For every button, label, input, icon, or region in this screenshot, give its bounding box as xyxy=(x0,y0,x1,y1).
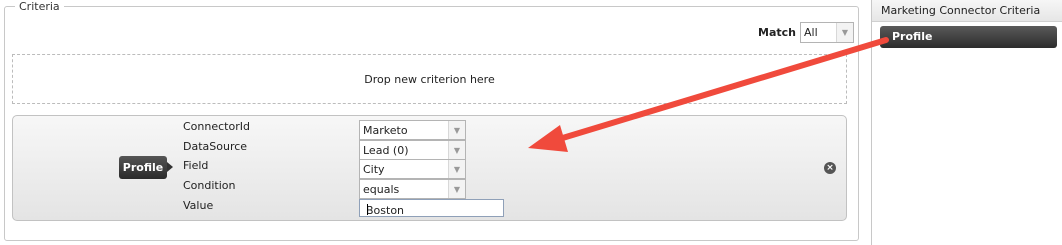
field-value: City xyxy=(363,163,385,176)
chevron-down-icon[interactable]: ▼ xyxy=(448,180,465,198)
connectorid-value: Marketo xyxy=(363,124,408,137)
match-select-value: All xyxy=(803,26,818,39)
value-input[interactable]: Boston xyxy=(359,199,504,217)
chevron-down-icon[interactable]: ▼ xyxy=(448,141,465,159)
chevron-down-icon[interactable]: ▼ xyxy=(835,23,853,42)
criteria-legend: Criteria xyxy=(15,0,64,13)
connectorid-label: ConnectorId xyxy=(183,120,250,133)
text-caret xyxy=(367,204,368,215)
match-label: Match xyxy=(758,26,796,39)
sidebar: Marketing Connector Criteria Profile xyxy=(871,0,1062,245)
value-label: Value xyxy=(183,199,214,212)
sidebar-item-profile[interactable]: Profile xyxy=(880,26,1057,48)
condition-label: Condition xyxy=(183,179,236,192)
datasource-value: Lead (0) xyxy=(363,144,409,157)
sidebar-title: Marketing Connector Criteria xyxy=(872,0,1062,22)
drop-zone-label: Drop new criterion here xyxy=(364,72,495,86)
datasource-select[interactable]: Lead (0) ▼ xyxy=(359,140,466,160)
chevron-down-icon[interactable]: ▼ xyxy=(448,121,465,139)
drop-zone[interactable]: Drop new criterion here xyxy=(12,54,847,104)
datasource-label: DataSource xyxy=(183,140,248,153)
field-select[interactable]: City ▼ xyxy=(359,159,466,179)
criterion-profile-chip[interactable]: Profile xyxy=(119,156,173,179)
sidebar-item-label: Profile xyxy=(892,30,933,43)
match-row: Match All ▼ xyxy=(758,22,854,43)
connectorid-select[interactable]: Marketo ▼ xyxy=(359,120,466,140)
field-label: Field xyxy=(183,159,209,172)
match-select[interactable]: All ▼ xyxy=(799,22,854,43)
condition-select[interactable]: equals ▼ xyxy=(359,179,466,199)
close-circle-icon[interactable]: × xyxy=(824,162,836,174)
chevron-down-icon[interactable]: ▼ xyxy=(448,160,465,178)
condition-value: equals xyxy=(363,183,400,196)
criterion-profile-label: Profile xyxy=(122,161,164,174)
